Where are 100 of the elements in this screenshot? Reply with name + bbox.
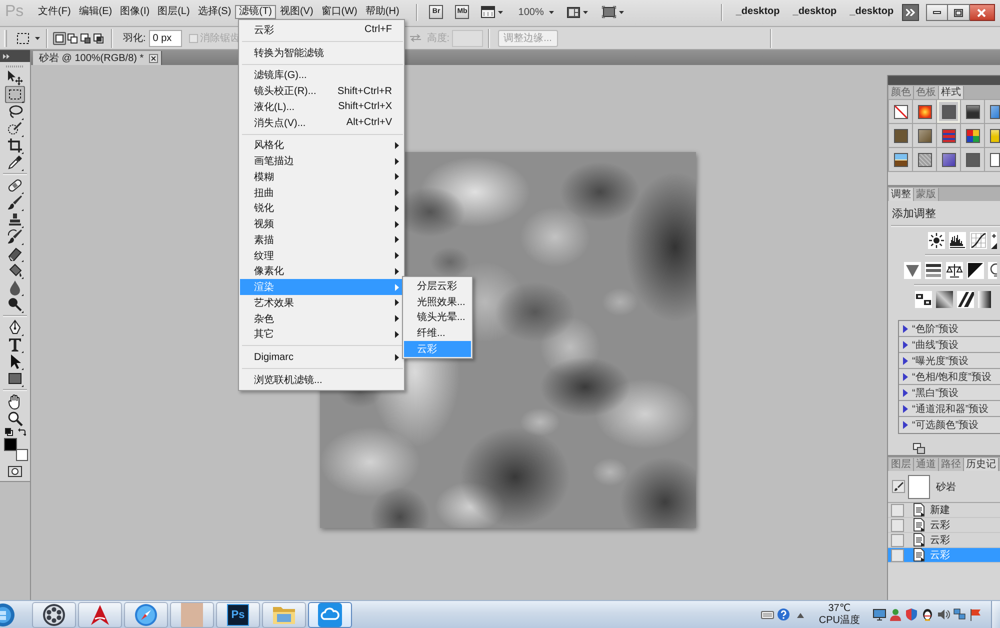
menu-item[interactable]: 滤镜(T)	[235, 5, 276, 19]
flag-icon[interactable]	[969, 608, 982, 621]
style-swatch-button[interactable]	[889, 100, 912, 123]
menu-item[interactable]: 视频	[240, 216, 403, 232]
menu-item[interactable]: 纹理	[240, 248, 403, 264]
speaker-icon[interactable]	[937, 608, 950, 621]
menu-item[interactable]: 杂色	[240, 310, 403, 326]
menu-item[interactable]: 模糊	[240, 169, 403, 185]
workspace-button[interactable]: _desktop	[850, 5, 894, 19]
quick-select-brush-icon[interactable]	[5, 120, 25, 137]
menu-item[interactable]: 液化(L)... Shift+Ctrl+X	[240, 99, 403, 115]
menu-item[interactable]: 艺术效果	[240, 295, 403, 311]
menu-item[interactable]: 扭曲	[240, 184, 403, 200]
panel-tab[interactable]: 调整	[889, 188, 914, 201]
menu-item[interactable]: 分层云彩	[404, 278, 471, 294]
expand-triangle-icon[interactable]	[903, 340, 908, 348]
menu-item[interactable]: 光照效果...	[404, 294, 471, 310]
eyedropper-icon[interactable]	[5, 154, 25, 171]
menu-item[interactable]: 锐化	[240, 200, 403, 216]
preset-row[interactable]: “通道混和器”预设	[899, 401, 1000, 417]
menu-item[interactable]: 图像(I)	[116, 5, 154, 19]
squares-subtract-icon[interactable]	[79, 32, 92, 44]
up-arrow-icon[interactable]	[796, 612, 804, 618]
style-swatch-button[interactable]	[961, 148, 984, 171]
style-swatch-button[interactable]	[937, 124, 960, 147]
menu-item[interactable]: 消失点(V)... Alt+Ctrl+V	[240, 114, 403, 130]
checker-squares-icon[interactable]	[915, 291, 932, 308]
v-triangle-icon[interactable]	[904, 262, 921, 279]
quick-mask-icon[interactable]	[8, 466, 22, 477]
expand-triangle-icon[interactable]	[903, 372, 908, 380]
panel-tab[interactable]: 历史记	[964, 458, 999, 471]
squares-union-icon[interactable]	[66, 32, 79, 44]
feather-field[interactable]: 0 px	[148, 30, 182, 46]
tool-preset-button[interactable]	[17, 31, 40, 45]
taskbar-button[interactable]	[32, 602, 76, 628]
gradient-icon[interactable]	[978, 291, 991, 308]
arrange-button[interactable]	[566, 5, 588, 19]
taskbar-button[interactable]	[78, 602, 122, 628]
balance-scale-icon[interactable]	[946, 262, 963, 279]
color-bars-icon[interactable]	[925, 262, 942, 279]
style-swatch-button[interactable]	[985, 148, 1000, 171]
crop-icon[interactable]	[5, 137, 25, 154]
menu-item[interactable]: 滤镜库(G)...	[240, 68, 403, 84]
diagonal-gradient-icon[interactable]	[936, 291, 953, 308]
sun-icon[interactable]	[928, 232, 945, 249]
help-icon[interactable]	[776, 608, 790, 621]
preset-row[interactable]: “色阶”预设	[899, 321, 1000, 337]
double-slash-icon[interactable]	[957, 291, 974, 308]
style-swatch-button[interactable]	[961, 100, 984, 123]
close-button[interactable]	[970, 4, 995, 21]
taskbar-button[interactable]: Ps	[216, 602, 260, 628]
menu-item[interactable]: 窗口(W)	[317, 5, 362, 19]
menu-item[interactable]: 画笔描边	[240, 153, 403, 169]
minimize-button[interactable]	[926, 4, 948, 21]
style-swatch-button[interactable]	[961, 124, 984, 147]
network-icon[interactable]	[953, 608, 966, 621]
expand-triangle-icon[interactable]	[903, 404, 908, 412]
square-icon[interactable]	[53, 32, 66, 44]
monitor-icon[interactable]	[873, 608, 886, 621]
style-swatch-button[interactable]	[889, 124, 912, 147]
menu-item[interactable]: 编辑(E)	[74, 5, 116, 19]
style-swatch-button[interactable]	[889, 148, 912, 171]
restore-button[interactable]	[948, 4, 970, 21]
menu-item[interactable]: 图层(L)	[154, 5, 194, 19]
menu-item[interactable]: Digimarc	[240, 349, 403, 365]
history-state[interactable]: 新建	[888, 503, 1000, 518]
curve-graph-icon[interactable]	[970, 232, 987, 249]
shield-icon[interactable]	[905, 608, 918, 621]
preset-row[interactable]: “曝光度”预设	[899, 353, 1000, 369]
menu-item[interactable]: 云彩 Ctrl+F	[240, 22, 403, 38]
expand-triangle-icon[interactable]	[903, 388, 908, 396]
brush-icon[interactable]	[5, 194, 25, 211]
menu-item[interactable]: 选择(S)	[194, 5, 236, 19]
style-swatch-button[interactable]	[985, 124, 1000, 147]
preset-row[interactable]: “可选颜色”预设	[899, 417, 1000, 433]
squares-intersect-icon[interactable]	[92, 32, 105, 44]
menu-item[interactable]: 风格化	[240, 138, 403, 154]
style-swatch-button[interactable]	[913, 148, 936, 171]
menu-item[interactable]: 转换为智能滤镜	[240, 44, 403, 60]
style-swatch-button[interactable]	[913, 124, 936, 147]
person-icon[interactable]	[889, 608, 902, 621]
expand-triangle-icon[interactable]	[903, 356, 908, 364]
plus-minus-icon[interactable]	[991, 232, 997, 249]
workspace-button[interactable]: _desktop	[736, 5, 780, 19]
diagonal-split-square-icon[interactable]	[967, 262, 984, 279]
expand-triangle-icon[interactable]	[903, 324, 908, 332]
style-swatch-button[interactable]	[985, 100, 1000, 123]
zoom-dropdown[interactable]: 100%	[518, 5, 554, 19]
menu-item[interactable]: 像素化	[240, 264, 403, 280]
style-swatch-button[interactable]	[937, 148, 960, 171]
menu-item[interactable]: 素描	[240, 232, 403, 248]
history-state[interactable]: 云彩	[888, 518, 1000, 533]
menu-item[interactable]: 帮助(H)	[361, 5, 404, 19]
preset-row[interactable]: “曲线”预设	[899, 337, 1000, 353]
menu-item[interactable]: 文件(F)	[34, 5, 75, 19]
brush-in-box-icon[interactable]	[892, 480, 905, 493]
screen-mode-button[interactable]	[602, 5, 624, 19]
preset-row[interactable]: “黑白”预设	[899, 385, 1000, 401]
preset-row[interactable]: “色相/饱和度”预设	[899, 369, 1000, 385]
expand-triangle-icon[interactable]	[903, 421, 908, 429]
